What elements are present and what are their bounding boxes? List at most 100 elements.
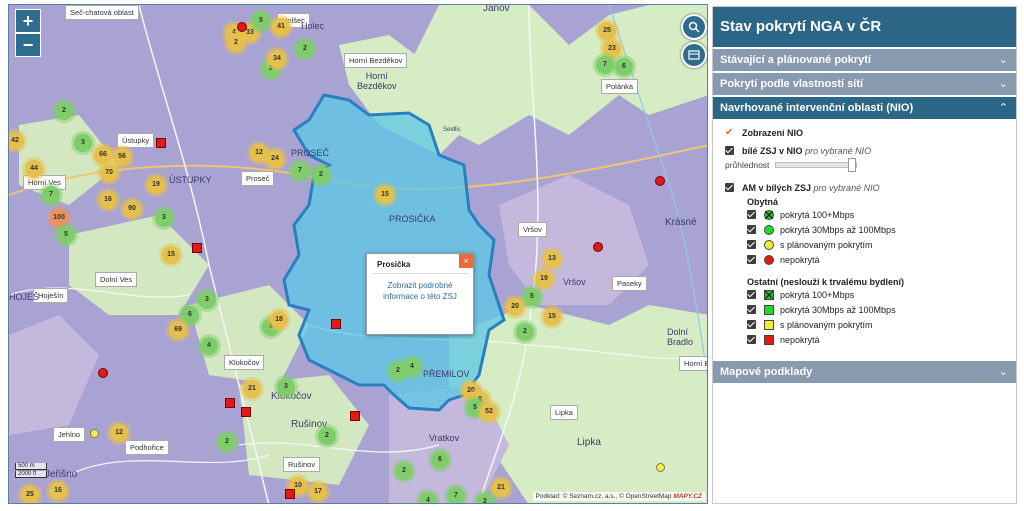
- checkbox[interactable]: [747, 210, 756, 219]
- cluster-marker[interactable]: 13: [543, 250, 561, 268]
- legend-item[interactable]: pokrytá 100+Mbps: [725, 207, 1006, 222]
- cluster-marker[interactable]: 34: [268, 50, 286, 68]
- cluster-marker[interactable]: 4: [200, 337, 218, 355]
- section-nio[interactable]: Navrhované intervenční oblasti (NIO) ⌃: [713, 95, 1016, 119]
- cluster-marker[interactable]: 6: [615, 58, 633, 76]
- legend-item[interactable]: s plánovaným pokrytím: [725, 237, 1006, 252]
- cluster-marker[interactable]: 90: [123, 200, 141, 218]
- transparency-slider[interactable]: průhlednost: [725, 158, 1006, 172]
- cluster-marker[interactable]: 3: [155, 209, 173, 227]
- uncovered-point-marker[interactable]: [593, 242, 603, 252]
- cluster-marker[interactable]: 18: [270, 311, 288, 329]
- cluster-marker[interactable]: 69: [169, 321, 187, 339]
- cluster-marker[interactable]: 4: [419, 492, 437, 503]
- legend-item[interactable]: s plánovaným pokrytím: [725, 317, 1006, 332]
- checkbox[interactable]: [747, 255, 756, 264]
- cluster-marker[interactable]: 6: [181, 306, 199, 324]
- cluster-marker[interactable]: 7: [596, 56, 614, 74]
- planned-point-marker[interactable]: [90, 429, 99, 438]
- search-icon[interactable]: [681, 14, 707, 40]
- map-view[interactable]: + − Seč-chatová oblast Holšec Horní Bezd…: [8, 4, 708, 504]
- cluster-marker[interactable]: 52: [480, 403, 498, 421]
- zoom-in-button[interactable]: +: [15, 9, 41, 33]
- checkbox[interactable]: [747, 225, 756, 234]
- cluster-marker[interactable]: 15: [162, 246, 180, 264]
- cluster-marker[interactable]: 41: [272, 18, 290, 36]
- cluster-marker[interactable]: 19: [535, 270, 553, 288]
- cluster-marker[interactable]: 15: [376, 186, 394, 204]
- cluster-marker[interactable]: 2: [312, 166, 330, 184]
- checkbox[interactable]: [747, 305, 756, 314]
- cluster-marker[interactable]: 70: [100, 164, 118, 182]
- slider-handle[interactable]: [848, 158, 857, 172]
- checkbox[interactable]: [747, 290, 756, 299]
- section-map-base[interactable]: Mapové podklady ⌄: [713, 359, 1016, 383]
- cluster-marker[interactable]: 4: [403, 358, 421, 376]
- layers-icon[interactable]: [681, 42, 707, 68]
- section-existing-planned[interactable]: Stávající a plánované pokrytí ⌄: [713, 47, 1016, 71]
- cluster-marker[interactable]: 12: [110, 424, 128, 442]
- uncovered-building-marker[interactable]: [156, 138, 166, 148]
- planned-point-marker[interactable]: [656, 463, 665, 472]
- cluster-marker[interactable]: 2: [395, 462, 413, 480]
- cluster-marker[interactable]: 6: [431, 451, 449, 469]
- popup-detail-link[interactable]: Zobrazit podrobné informace o této ZSJ: [367, 274, 473, 308]
- checkbox[interactable]: [747, 240, 756, 249]
- uncovered-building-marker[interactable]: [192, 243, 202, 253]
- cluster-marker[interactable]: 3: [198, 291, 216, 309]
- cluster-marker[interactable]: 2: [218, 433, 236, 451]
- cluster-marker[interactable]: 16: [49, 482, 67, 500]
- cluster-marker[interactable]: 5: [252, 12, 270, 30]
- uncovered-building-marker[interactable]: [225, 398, 235, 408]
- uncovered-building-marker[interactable]: [285, 489, 295, 499]
- uncovered-point-marker[interactable]: [237, 22, 247, 32]
- checkbox[interactable]: [725, 183, 734, 192]
- cluster-marker[interactable]: 3: [74, 134, 92, 152]
- option-am[interactable]: AM v bílých ZSJ pro vybrané NIO: [725, 180, 1006, 195]
- cluster-marker[interactable]: 7: [42, 186, 60, 204]
- mapy-cz-logo[interactable]: MAPY.CZ: [673, 493, 702, 500]
- cluster-marker[interactable]: 25: [598, 22, 616, 40]
- legend-item[interactable]: nepokrytá: [725, 332, 1006, 347]
- cluster-marker[interactable]: 16: [99, 191, 117, 209]
- cluster-marker[interactable]: 7: [447, 487, 465, 503]
- cluster-marker[interactable]: 15: [543, 308, 561, 326]
- legend-item[interactable]: pokrytá 30Mbps až 100Mbps: [725, 302, 1006, 317]
- option-bile-zsj[interactable]: bílé ZSJ v NIO pro vybrané NIO: [725, 143, 1006, 158]
- cluster-marker[interactable]: 100: [50, 209, 68, 227]
- legend-item[interactable]: nepokrytá: [725, 252, 1006, 267]
- cluster-marker[interactable]: 19: [147, 176, 165, 194]
- cluster-marker[interactable]: 66: [94, 146, 112, 164]
- cluster-marker[interactable]: 21: [492, 479, 510, 497]
- cluster-marker[interactable]: 2: [227, 34, 245, 52]
- cluster-marker[interactable]: 5: [57, 226, 75, 244]
- cluster-marker[interactable]: 2: [296, 40, 314, 58]
- popup-close-icon[interactable]: ×: [459, 254, 473, 268]
- cluster-marker[interactable]: 44: [25, 160, 43, 178]
- cluster-marker[interactable]: 2: [318, 427, 336, 445]
- cluster-marker[interactable]: 56: [113, 148, 131, 166]
- checkbox[interactable]: [725, 146, 734, 155]
- cluster-marker[interactable]: 2: [516, 323, 534, 341]
- cluster-marker[interactable]: 17: [309, 483, 327, 501]
- section-network-properties[interactable]: Pokrytí podle vlastností sítí ⌄: [713, 71, 1016, 95]
- legend-item[interactable]: pokrytá 100+Mbps: [725, 287, 1006, 302]
- cluster-marker[interactable]: 2: [55, 102, 73, 120]
- uncovered-building-marker[interactable]: [241, 407, 251, 417]
- zoom-out-button[interactable]: −: [15, 33, 41, 57]
- uncovered-point-marker[interactable]: [98, 368, 108, 378]
- cluster-marker[interactable]: 7: [291, 162, 309, 180]
- option-zobrazeni-nio[interactable]: ✔ Zobrazení NIO: [725, 125, 1006, 140]
- cluster-marker[interactable]: 2: [476, 493, 494, 503]
- cluster-marker[interactable]: 3: [277, 378, 295, 396]
- checkbox[interactable]: [747, 335, 756, 344]
- cluster-marker[interactable]: 20: [506, 298, 524, 316]
- legend-item[interactable]: pokrytá 30Mbps až 100Mbps: [725, 222, 1006, 237]
- uncovered-building-marker[interactable]: [331, 319, 341, 329]
- uncovered-building-marker[interactable]: [350, 411, 360, 421]
- uncovered-point-marker[interactable]: [655, 176, 665, 186]
- cluster-marker[interactable]: 25: [21, 486, 39, 503]
- checkbox[interactable]: [747, 320, 756, 329]
- slider-track[interactable]: [775, 158, 858, 172]
- cluster-marker[interactable]: 5: [523, 288, 541, 306]
